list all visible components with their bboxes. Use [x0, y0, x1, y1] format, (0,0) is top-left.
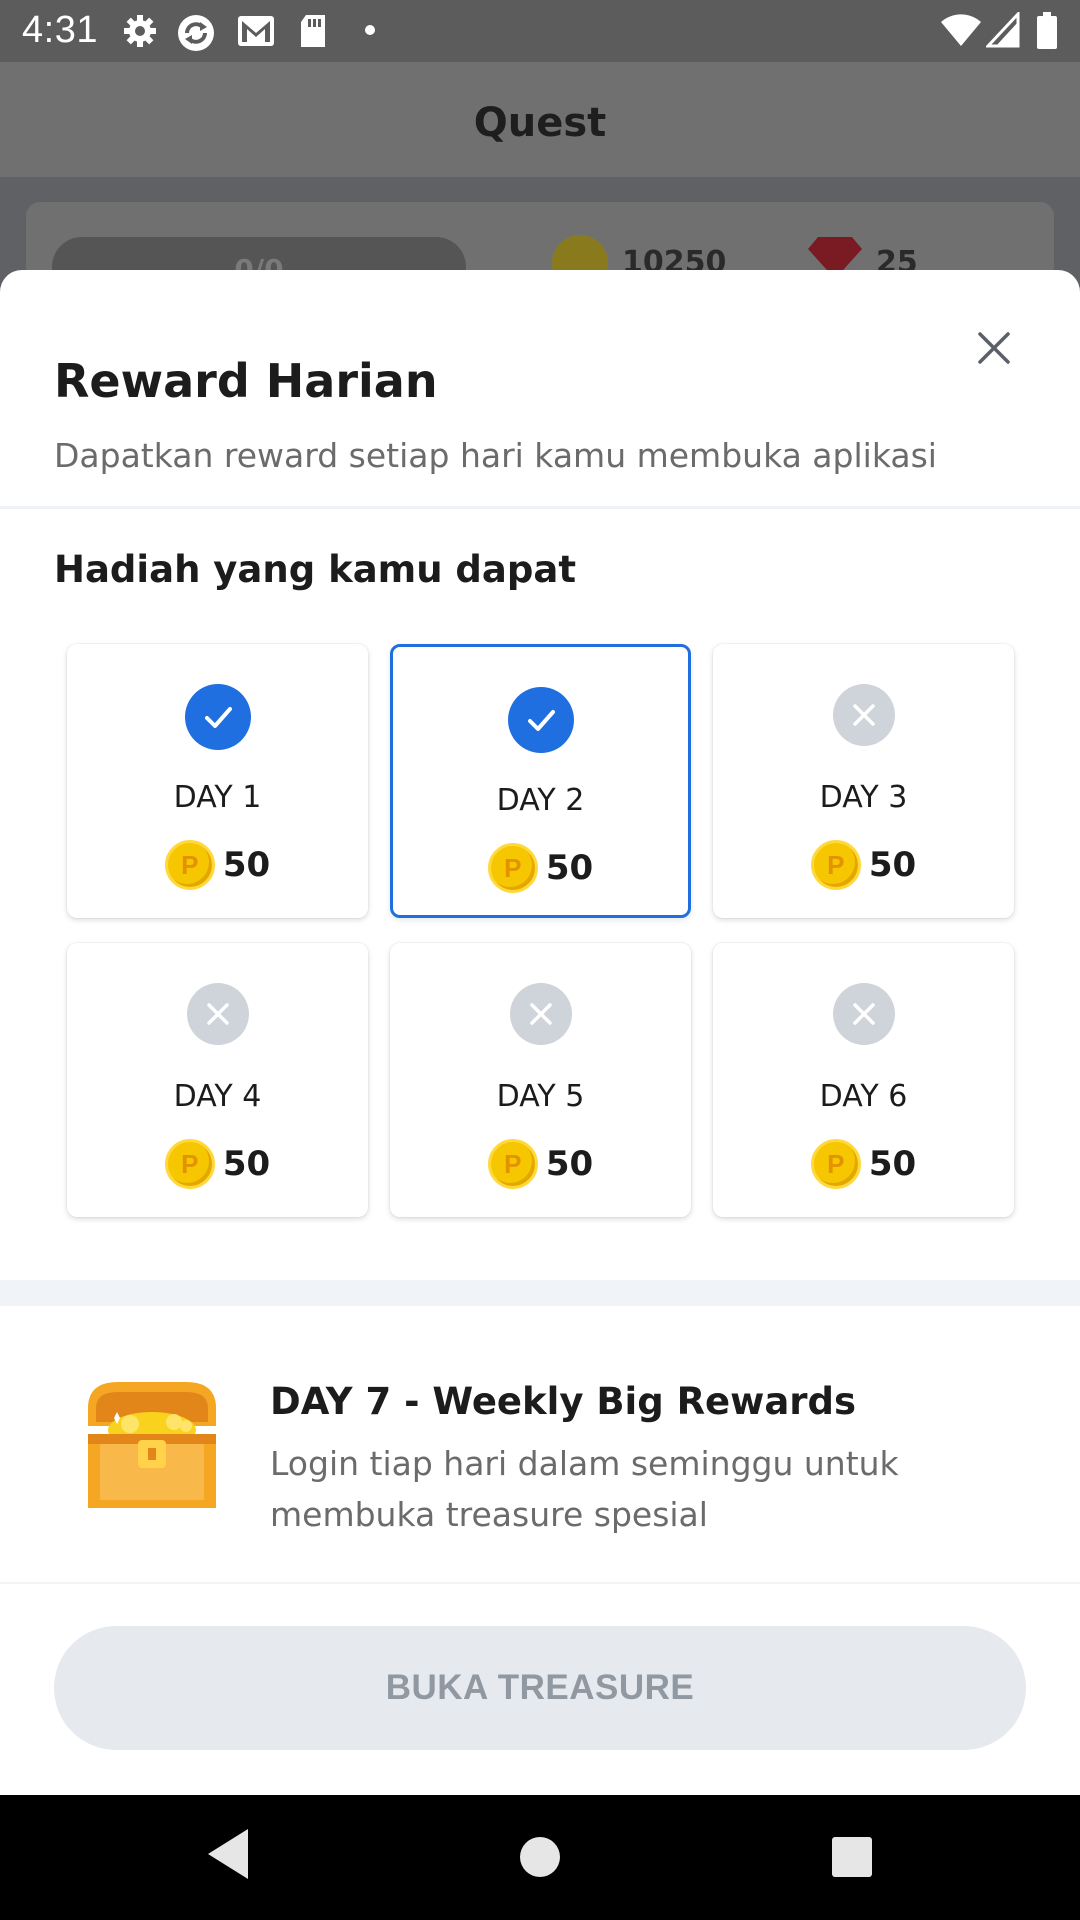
wifi-icon	[941, 14, 981, 46]
treasure-chest-icon	[88, 1382, 216, 1508]
day-label: DAY 3	[819, 780, 908, 815]
coin-symbol: P	[827, 849, 845, 880]
open-treasure-button[interactable]: BUKA TREASURE	[54, 1626, 1026, 1750]
reward-amount: 50	[222, 845, 271, 885]
reward-amount: 50	[545, 1144, 594, 1184]
day-label: DAY 6	[819, 1079, 908, 1114]
reward-amount: 50	[868, 1144, 917, 1184]
close-button[interactable]	[966, 320, 1022, 376]
sd-card-icon	[301, 15, 325, 47]
gmail-icon	[238, 16, 274, 46]
section-separator	[0, 1280, 1080, 1306]
back-button[interactable]	[204, 1825, 254, 1883]
divider	[0, 1582, 1080, 1584]
sync-icon	[178, 15, 214, 51]
reward-amount: 50	[222, 1144, 271, 1184]
day-card[interactable]: DAY 2 P 50	[390, 644, 691, 918]
close-icon	[978, 332, 1010, 364]
day-card[interactable]: DAY 1 P 50	[67, 644, 368, 918]
day-reward: P 50	[390, 1139, 691, 1189]
reward-amount: 50	[545, 848, 594, 888]
coin-icon: P	[810, 840, 861, 890]
day-card[interactable]: DAY 3 P 50	[713, 644, 1014, 918]
battery-icon	[1037, 12, 1057, 49]
gear-icon	[124, 15, 156, 47]
day-card[interactable]: DAY 5 P 50	[390, 943, 691, 1217]
status-bar: 4:31	[0, 0, 1080, 62]
check-icon	[184, 684, 251, 750]
coin-icon: P	[810, 1139, 861, 1189]
weekly-reward-description: Login tiap hari dalam seminggu untuk mem…	[270, 1444, 899, 1534]
locked-x-icon	[832, 983, 895, 1045]
navigation-bar	[0, 1795, 1080, 1920]
page-title: Quest	[473, 100, 607, 146]
signal-icon	[986, 12, 1020, 48]
day-label: DAY 4	[173, 1079, 262, 1114]
coin-symbol: P	[181, 849, 199, 880]
coin-symbol: P	[504, 1148, 522, 1179]
day-card[interactable]: DAY 4 P 50	[67, 943, 368, 1217]
day-label: DAY 2	[496, 783, 585, 818]
coin-icon: P	[164, 1139, 215, 1189]
dot-icon	[365, 25, 375, 35]
day-reward: P 50	[713, 840, 1014, 890]
background-header: Quest	[0, 62, 1080, 177]
daily-reward-sheet: Reward Harian Dapatkan reward setiap har…	[0, 270, 1080, 1795]
day-label: DAY 5	[496, 1079, 585, 1114]
section-title: Hadiah yang kamu dapat	[54, 548, 577, 591]
recents-button[interactable]	[826, 1825, 876, 1883]
reward-amount: 50	[868, 845, 917, 885]
locked-x-icon	[186, 983, 249, 1045]
coin-symbol: P	[827, 1148, 845, 1179]
day-reward: P 50	[67, 1139, 368, 1189]
day-reward: P 50	[713, 1139, 1014, 1189]
open-treasure-button-label: BUKA TREASURE	[385, 1668, 695, 1707]
day-reward: P 50	[393, 843, 688, 893]
coin-symbol: P	[504, 852, 522, 883]
check-icon	[507, 687, 574, 753]
home-button[interactable]	[514, 1825, 566, 1883]
coin-icon: P	[487, 843, 538, 893]
day-label: DAY 1	[173, 780, 262, 815]
coin-symbol: P	[181, 1148, 199, 1179]
divider	[0, 506, 1080, 509]
coin-icon: P	[487, 1139, 538, 1189]
sheet-subtitle: Dapatkan reward setiap hari kamu membuka…	[54, 436, 937, 475]
locked-x-icon	[832, 684, 895, 746]
sheet-title: Reward Harian	[54, 354, 438, 408]
status-time: 4:31	[22, 9, 98, 51]
locked-x-icon	[509, 983, 572, 1045]
coin-icon: P	[164, 840, 215, 890]
weekly-reward-title: DAY 7 - Weekly Big Rewards	[270, 1380, 857, 1423]
day-card[interactable]: DAY 6 P 50	[713, 943, 1014, 1217]
day-reward: P 50	[67, 840, 368, 890]
